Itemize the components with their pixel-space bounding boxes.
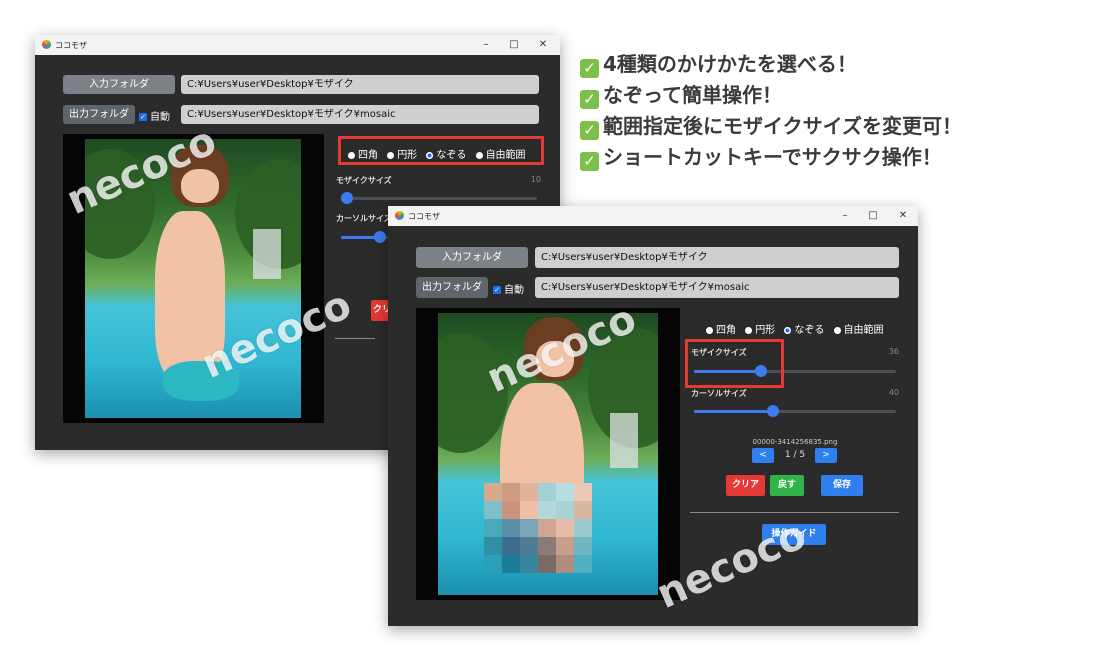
mode-selector: 四角 円形 なぞる 自由範囲 [706, 321, 890, 336]
mosaic-overlay [484, 483, 592, 573]
mosaic-size-value: 36 [888, 347, 899, 356]
slider-thumb[interactable] [766, 405, 779, 417]
feature-item: ✓ ショートカットキーでサクサク操作！ [580, 141, 962, 172]
undo-button[interactable]: 戻す [770, 475, 804, 496]
radio-icon [745, 326, 753, 334]
input-folder-path[interactable]: C:¥Users¥user¥Desktop¥モザイク [535, 247, 899, 268]
close-button[interactable]: ✕ [535, 37, 551, 53]
highlight-box [685, 339, 784, 388]
check-icon: ✓ [580, 90, 599, 109]
feature-item: ✓ なぞって簡単操作！ [580, 79, 962, 110]
app-icon [42, 40, 51, 49]
divider [335, 338, 375, 339]
app-icon [395, 211, 404, 220]
auto-checkbox[interactable]: ✓ 自動 [493, 281, 524, 296]
divider [690, 512, 899, 513]
output-folder-path[interactable]: C:¥Users¥user¥Desktop¥モザイク¥mosaic [535, 277, 899, 298]
mosaic-size-label: モザイクサイズ [336, 176, 392, 185]
check-icon: ✓ [580, 152, 599, 171]
output-folder-path[interactable]: C:¥Users¥user¥Desktop¥モザイク¥mosaic [181, 105, 539, 124]
file-name: 00000-3414256835.png [752, 438, 838, 446]
input-folder-button[interactable]: 入力フォルダ [416, 247, 528, 268]
app-window-front: ココモザ – □ ✕ 入力フォルダ C:¥Users¥user¥Desktop¥… [388, 206, 918, 626]
feature-list: ✓ 4種類のかけかたを選べる！ ✓ なぞって簡単操作！ ✓ 範囲指定後にモザイクサイズ… [580, 48, 962, 172]
cursor-size-label: カーソルサイズ [336, 214, 392, 223]
minimize-button[interactable]: – [837, 208, 853, 224]
slider-thumb[interactable] [340, 192, 353, 204]
mosaic-size-value: 10 [530, 175, 541, 184]
radio-selected-icon [784, 326, 792, 334]
cursor-size-value: 40 [888, 388, 899, 397]
guide-button[interactable]: 操作ガイド [762, 524, 826, 545]
maximize-button[interactable]: □ [865, 208, 881, 224]
checkmark-icon: ✓ [493, 286, 501, 294]
checkmark-icon: ✓ [139, 113, 147, 121]
feature-item: ✓ 範囲指定後にモザイクサイズを変更可！ [580, 110, 962, 141]
output-folder-button[interactable]: 出力フォルダ [63, 105, 135, 124]
window-client: 入力フォルダ C:¥Users¥user¥Desktop¥モザイク 出力フォルダ… [388, 226, 918, 626]
mode-option-trace[interactable]: なぞる [784, 325, 824, 336]
mode-option-square[interactable]: 四角 [706, 325, 736, 336]
preview-photo [85, 139, 301, 418]
radio-icon [706, 326, 713, 334]
clear-button[interactable]: クリア [726, 475, 765, 496]
check-icon: ✓ [580, 59, 599, 78]
feature-item: ✓ 4種類のかけかたを選べる！ [580, 48, 962, 79]
save-button[interactable]: 保存 [821, 475, 863, 496]
input-folder-path[interactable]: C:¥Users¥user¥Desktop¥モザイク [181, 75, 539, 94]
highlight-box [338, 136, 544, 165]
input-folder-button[interactable]: 入力フォルダ [63, 75, 175, 94]
cursor-size-label: カーソルサイズ [691, 389, 747, 398]
radio-icon [833, 326, 841, 334]
cursor-size-slider[interactable] [694, 405, 896, 417]
maximize-button[interactable]: □ [506, 37, 522, 53]
close-button[interactable]: ✕ [895, 208, 911, 224]
mode-option-free[interactable]: 自由範囲 [833, 325, 884, 336]
output-folder-button[interactable]: 出力フォルダ [416, 277, 488, 298]
window-title: ココモザ [408, 212, 440, 221]
preview-photo [438, 313, 658, 595]
image-preview[interactable] [63, 134, 324, 423]
auto-checkbox[interactable]: ✓ 自動 [139, 108, 170, 123]
check-icon: ✓ [580, 121, 599, 140]
prev-image-button[interactable]: < [752, 448, 774, 463]
title-bar: ココモザ – □ ✕ [388, 206, 918, 226]
minimize-button[interactable]: – [478, 37, 494, 53]
window-title: ココモザ [55, 41, 87, 50]
slider-thumb[interactable] [374, 231, 387, 243]
auto-label: 自動 [150, 112, 170, 123]
page-indicator: 1 / 5 [784, 450, 806, 460]
title-bar: ココモザ – □ ✕ [35, 35, 560, 55]
image-preview[interactable] [416, 308, 680, 600]
mode-option-circle[interactable]: 円形 [745, 325, 775, 336]
auto-label: 自動 [504, 285, 524, 296]
next-image-button[interactable]: > [815, 448, 837, 463]
mosaic-size-slider[interactable] [340, 192, 537, 204]
